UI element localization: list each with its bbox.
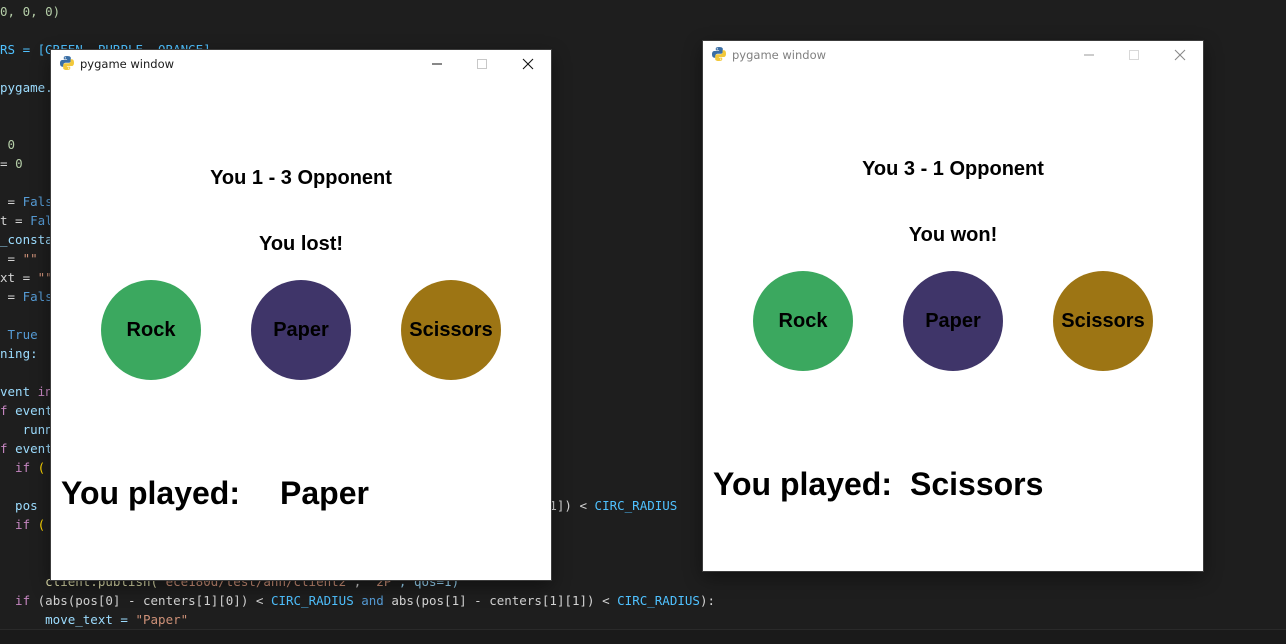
code-token: t =	[0, 213, 31, 228]
played-move: Scissors	[910, 466, 1044, 502]
code-token: if	[0, 593, 38, 608]
code-token: event	[15, 441, 53, 456]
code-line: runn	[0, 420, 53, 439]
minimize-icon	[1084, 54, 1094, 56]
code-token: (	[37, 517, 46, 532]
code-token: ning:	[0, 346, 38, 361]
python-icon	[712, 47, 726, 61]
code-token: RS = [	[0, 42, 46, 57]
close-icon	[522, 58, 534, 70]
code-line: f event	[0, 401, 53, 420]
code-token: abs(pos[1] - centers[1][1]) <	[391, 593, 618, 608]
code-token: 0	[0, 137, 16, 152]
maximize-button[interactable]	[459, 50, 505, 78]
paper-button[interactable]: Paper	[251, 280, 351, 380]
played-label: You played:	[713, 466, 892, 502]
close-button[interactable]	[1157, 41, 1203, 69]
maximize-button[interactable]	[1111, 41, 1157, 69]
code-token: =	[0, 251, 23, 266]
code-token: _consta	[0, 232, 53, 247]
rock-button[interactable]: Rock	[753, 271, 853, 371]
minimize-button[interactable]	[1066, 41, 1112, 69]
paper-button[interactable]: Paper	[903, 271, 1003, 371]
code-token: and	[353, 593, 392, 608]
result-text: You won!	[908, 224, 998, 246]
code-token: move_text =	[0, 612, 136, 627]
minimize-icon	[432, 63, 442, 65]
code-token: ""	[22, 251, 38, 266]
code-token: pos	[0, 498, 38, 513]
minimize-button[interactable]	[414, 50, 460, 78]
window-title: pygame window	[732, 48, 827, 62]
window-title: pygame window	[80, 57, 175, 71]
code-token: 0	[15, 156, 23, 171]
code-line: 0, 0, 0)	[0, 2, 60, 21]
maximize-icon	[1129, 50, 1139, 60]
code-line: ning:	[0, 344, 38, 363]
code-token: f	[0, 441, 16, 456]
result-text: You lost!	[258, 233, 344, 255]
status-bar	[0, 629, 1286, 644]
code-token: =	[0, 156, 16, 171]
score-text: You 1 - 3 Opponent	[210, 167, 392, 189]
code-line: vent in	[0, 382, 53, 401]
code-token: =	[0, 194, 23, 209]
code-line: if (abs(pos[0] - centers[1][0]) < CIRC_R…	[0, 591, 715, 610]
rock-button[interactable]: Rock	[101, 280, 201, 380]
close-icon	[1174, 49, 1186, 61]
code-token: vent	[0, 384, 38, 399]
code-token: (	[37, 460, 46, 475]
code-token: =	[0, 289, 23, 304]
close-button[interactable]	[505, 50, 551, 78]
code-token: True	[0, 327, 38, 342]
code-token: (abs(pos[0] - centers[1][0]) <	[37, 593, 271, 608]
code-line: if (	[0, 515, 45, 534]
played-move: Paper	[280, 475, 369, 511]
code-token: event	[15, 403, 53, 418]
code-line: f event	[0, 439, 53, 458]
score-text: You 3 - 1 Opponent	[862, 158, 1044, 180]
code-token: if	[0, 460, 38, 475]
code-line: 0	[0, 135, 16, 154]
code-line: = ""	[0, 249, 38, 268]
title-bar[interactable]: pygame window	[703, 41, 1203, 69]
code-line: pygame.	[0, 78, 53, 97]
code-token: f	[0, 403, 16, 418]
title-bar[interactable]: pygame window	[51, 50, 551, 78]
code-token: "Paper"	[135, 612, 189, 627]
maximize-icon	[477, 59, 487, 69]
code-line: = 0	[0, 154, 23, 173]
code-line: _consta	[0, 230, 53, 249]
scissors-button[interactable]: Scissors	[401, 280, 501, 380]
python-icon	[60, 56, 74, 70]
code-line: True	[0, 325, 38, 344]
pygame-window-right[interactable]: pygame window You 3 - 1 Opponent You won…	[703, 41, 1203, 571]
code-token: xt =	[0, 270, 38, 285]
code-token: 0, 0, 0)	[0, 4, 61, 19]
code-token: ):	[699, 593, 716, 608]
code-token: CIRC_RADIUS	[617, 593, 700, 608]
played-label: You played:	[61, 475, 240, 511]
scissors-button[interactable]: Scissors	[1053, 271, 1153, 371]
code-token: CIRC_RADIUS	[270, 593, 354, 608]
code-line: move_text = "Paper"	[0, 610, 188, 629]
code-line: xt = ""	[0, 268, 53, 287]
code-token: CIRC_RADIUS	[594, 498, 678, 513]
code-token: pygame.	[0, 80, 53, 95]
code-line: if (	[0, 458, 45, 477]
pygame-window-left[interactable]: pygame window You 1 - 3 Opponent You los…	[51, 50, 551, 580]
code-token: if	[0, 517, 38, 532]
code-token: runn	[0, 422, 53, 437]
